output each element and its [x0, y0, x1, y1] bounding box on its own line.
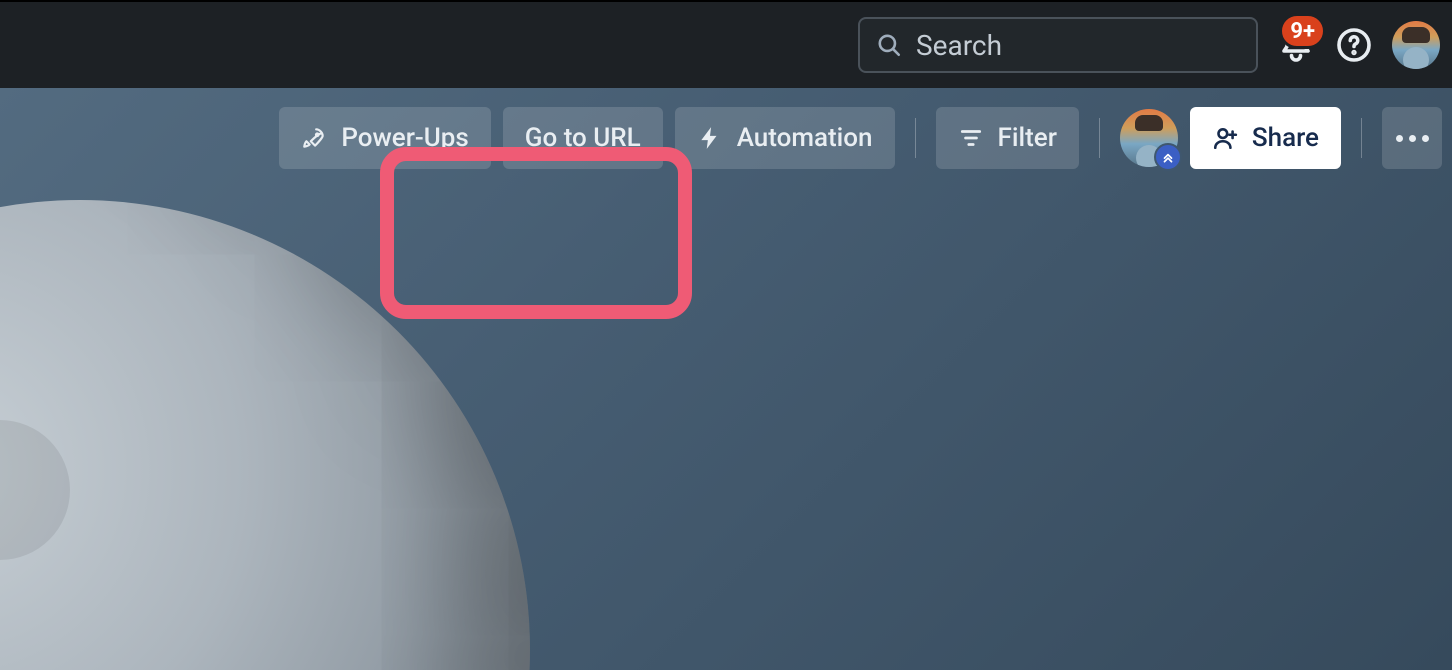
- search-input[interactable]: Search: [858, 17, 1258, 73]
- toolbar-separator-2: [1099, 118, 1100, 158]
- app-topbar: Search 9+: [0, 2, 1452, 88]
- member-admin-badge: [1154, 143, 1182, 171]
- powerups-button[interactable]: Power-Ups: [279, 107, 490, 169]
- search-placeholder: Search: [916, 29, 1002, 62]
- share-label: Share: [1252, 123, 1319, 153]
- share-button[interactable]: Share: [1190, 107, 1341, 169]
- board-toolbar: Power-Ups Go to URL Automation Filter: [0, 107, 1452, 169]
- toolbar-separator: [915, 118, 916, 158]
- ellipsis-icon: [1396, 135, 1429, 142]
- filter-label: Filter: [998, 123, 1057, 153]
- board-menu-button[interactable]: [1382, 107, 1442, 169]
- automation-label: Automation: [737, 123, 873, 153]
- account-avatar[interactable]: [1392, 21, 1440, 69]
- topbar-actions: 9+: [1276, 21, 1440, 69]
- search-icon: [876, 32, 902, 58]
- bolt-icon: [697, 125, 723, 151]
- background-moon: [0, 200, 530, 670]
- filter-icon: [958, 125, 984, 151]
- automation-button[interactable]: Automation: [675, 107, 895, 169]
- toolbar-separator-3: [1361, 118, 1362, 158]
- annotation-highlight: [380, 147, 692, 319]
- notification-badge: 9+: [1279, 13, 1326, 49]
- go-to-url-button[interactable]: Go to URL: [503, 107, 663, 169]
- board-canvas: Power-Ups Go to URL Automation Filter: [0, 88, 1452, 670]
- board-member-avatar[interactable]: [1120, 109, 1178, 167]
- go-to-url-label: Go to URL: [525, 123, 641, 153]
- help-button[interactable]: [1336, 27, 1372, 63]
- add-user-icon: [1212, 125, 1238, 151]
- powerups-label: Power-Ups: [341, 123, 468, 153]
- notifications-button[interactable]: 9+: [1276, 25, 1316, 65]
- filter-button[interactable]: Filter: [936, 107, 1079, 169]
- rocket-icon: [301, 125, 327, 151]
